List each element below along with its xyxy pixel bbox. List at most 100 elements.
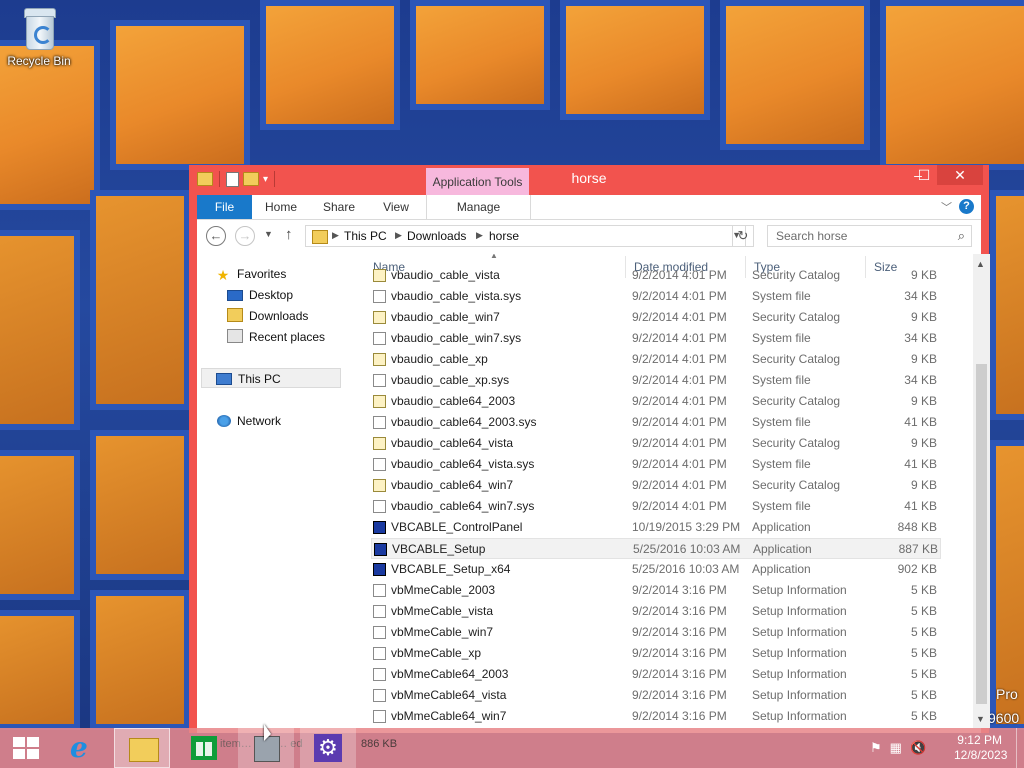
forward-button[interactable]: →: [235, 226, 255, 246]
file-date: 9/2/2014 3:16 PM: [632, 625, 727, 639]
navigation-bar: ← → ▼ ↑ ▶ This PC ▶ Downloads ▶ horse ▼ …: [197, 220, 981, 254]
tab-home[interactable]: Home: [252, 195, 310, 219]
action-center-flag-icon[interactable]: ⚑: [870, 740, 882, 756]
search-icon[interactable]: ⌕: [958, 228, 965, 244]
volume-muted-icon[interactable]: 🔇: [910, 740, 926, 756]
nav-label: Network: [237, 414, 282, 428]
desktop-icon-label: Recycle Bin: [7, 54, 71, 68]
file-size: 9 KB: [910, 394, 937, 408]
scroll-up-icon[interactable]: ▲: [976, 259, 985, 269]
file-name: vbaudio_cable_win7: [391, 310, 500, 324]
file-row[interactable]: VBCABLE_Setup_x64 5/25/2016 10:03 AM Appli…: [371, 559, 941, 580]
help-icon[interactable]: ?: [959, 199, 974, 214]
security-catalog-icon: [373, 437, 386, 450]
tab-share[interactable]: Share: [310, 195, 368, 219]
file-type: Setup Information: [752, 604, 847, 618]
close-button[interactable]: ✕: [937, 165, 983, 185]
clock[interactable]: 9:12 PM 12/8/2023: [954, 733, 1007, 763]
taskbar-internet-explorer[interactable]: e: [56, 728, 112, 768]
breadcrumb-horse[interactable]: horse: [489, 229, 519, 243]
edition-text: Pro: [996, 686, 1018, 702]
back-button[interactable]: ←: [206, 226, 226, 246]
search-input[interactable]: Search horse: [776, 229, 847, 243]
file-row[interactable]: vbaudio_cable64_2003 9/2/2014 4:01 PM Secu…: [371, 391, 941, 412]
scroll-down-icon[interactable]: ▼: [976, 714, 985, 724]
wallpaper-pane: [880, 0, 1024, 170]
network-tray-icon[interactable]: ▦: [890, 740, 902, 756]
store-icon: [191, 736, 217, 760]
file-row[interactable]: VBCABLE_Setup 5/25/2016 10:03 AM Applicati…: [371, 538, 941, 559]
taskbar-control-panel[interactable]: ⚙: [300, 728, 356, 768]
application-icon: [373, 563, 386, 576]
nav-label: Recent places: [249, 330, 326, 344]
file-name: vbMmeCable_vista: [391, 604, 494, 618]
file-row[interactable]: vbMmeCable64_vista 9/2/2014 3:16 PM Setup …: [371, 685, 941, 706]
show-desktop-button[interactable]: [1016, 728, 1024, 768]
scrollbar-thumb[interactable]: [976, 364, 987, 704]
file-date: 10/19/2015 3:29 PM: [632, 520, 741, 534]
wallpaper-pane: [90, 430, 190, 580]
breadcrumb-this-pc[interactable]: This PC: [344, 229, 387, 243]
title-bar[interactable]: ▾ Application Tools horse ‒ ☐ ✕: [189, 165, 989, 195]
sort-ascending-icon: ▲: [490, 254, 498, 260]
file-row[interactable]: vbMmeCable_xp 9/2/2014 3:16 PM Setup Infor…: [371, 643, 941, 664]
tab-view[interactable]: View: [368, 195, 424, 219]
tab-file[interactable]: File: [197, 195, 252, 219]
file-row[interactable]: vbaudio_cable_vista.sys 9/2/2014 4:01 PM S…: [371, 286, 941, 307]
file-row[interactable]: vbaudio_cable64_2003.sys 9/2/2014 4:01 PM…: [371, 412, 941, 433]
file-type: System file: [752, 499, 811, 513]
file-row[interactable]: vbMmeCable_2003 9/2/2014 3:16 PM Setup Inf…: [371, 580, 941, 601]
breadcrumb-downloads[interactable]: Downloads: [407, 229, 466, 243]
chevron-right-icon[interactable]: ▶: [395, 230, 402, 241]
address-bar[interactable]: ▶ This PC ▶ Downloads ▶ horse ▼: [305, 225, 746, 247]
file-row[interactable]: vbaudio_cable_xp.sys 9/2/2014 4:01 PM Syst…: [371, 370, 941, 391]
nav-network[interactable]: Network: [217, 411, 281, 431]
start-button[interactable]: [0, 728, 56, 768]
file-date: 9/2/2014 3:16 PM: [632, 667, 727, 681]
file-name: vbaudio_cable64_win7: [391, 478, 514, 492]
desktop-icon-recycle-bin[interactable]: Recycle Bin: [6, 6, 72, 68]
nav-label: This PC: [238, 372, 281, 386]
file-row[interactable]: vbMmeCable_vista 9/2/2014 3:16 PM Setup In…: [371, 601, 941, 622]
file-row[interactable]: vbaudio_cable64_win7.sys 9/2/2014 4:01 PM…: [371, 496, 941, 517]
file-size: 5 KB: [910, 583, 937, 597]
file-row[interactable]: vbMmeCable64_win7 9/2/2014 3:16 PM Setup I…: [371, 706, 941, 727]
nav-downloads[interactable]: Downloads: [227, 306, 308, 326]
nav-desktop[interactable]: Desktop: [227, 285, 293, 305]
file-row[interactable]: vbaudio_cable_win7 9/2/2014 4:01 PM Securi…: [371, 307, 941, 328]
nav-label: Desktop: [249, 288, 294, 302]
maximize-button[interactable]: ☐: [907, 165, 941, 185]
nav-favorites[interactable]: ★ Favorites: [215, 264, 287, 284]
security-catalog-icon: [373, 269, 386, 282]
file-row[interactable]: vbaudio_cable64_win7 9/2/2014 4:01 PM Secu…: [371, 475, 941, 496]
up-button[interactable]: ↑: [285, 226, 293, 243]
file-row[interactable]: VBCABLE_ControlPanel 10/19/2015 3:29 PM Ap…: [371, 517, 941, 538]
file-name: vbMmeCable64_win7: [391, 709, 507, 723]
computer-icon: [216, 373, 232, 385]
tab-manage[interactable]: Manage: [426, 195, 531, 219]
wallpaper-pane: [260, 0, 400, 130]
file-size: 9 KB: [910, 352, 937, 366]
system-file-icon: [373, 374, 386, 387]
vertical-scrollbar[interactable]: ▲ ▼: [973, 254, 990, 728]
file-row[interactable]: vbaudio_cable_xp 9/2/2014 4:01 PM Security…: [371, 349, 941, 370]
file-row[interactable]: vbaudio_cable64_vista.sys 9/2/2014 4:01 P…: [371, 454, 941, 475]
taskbar-file-explorer[interactable]: [114, 728, 170, 768]
file-row[interactable]: vbaudio_cable_vista 9/2/2014 4:01 PM Secur…: [371, 265, 941, 286]
network-icon: [217, 415, 231, 427]
file-size: 5 KB: [910, 646, 937, 660]
recent-locations-icon[interactable]: ▼: [264, 229, 273, 239]
file-row[interactable]: vbMmeCable64_2003 9/2/2014 3:16 PM Setup I…: [371, 664, 941, 685]
file-row[interactable]: vbaudio_cable64_vista 9/2/2014 4:01 PM Sec…: [371, 433, 941, 454]
file-row[interactable]: vbaudio_cable_win7.sys 9/2/2014 4:01 PM Sy…: [371, 328, 941, 349]
file-row[interactable]: vbMmeCable_win7 9/2/2014 3:16 PM Setup Inf…: [371, 622, 941, 643]
refresh-button[interactable]: ↻: [732, 225, 754, 247]
expand-ribbon-icon[interactable]: ﹀: [941, 199, 952, 215]
nav-this-pc[interactable]: This PC: [201, 368, 341, 388]
file-type: Setup Information: [752, 688, 847, 702]
file-size: 41 KB: [904, 457, 937, 471]
search-box[interactable]: Search horse ⌕: [767, 225, 972, 247]
file-type: System file: [752, 415, 811, 429]
chevron-right-icon[interactable]: ▶: [476, 230, 483, 241]
nav-recent-places[interactable]: Recent places: [227, 327, 325, 347]
